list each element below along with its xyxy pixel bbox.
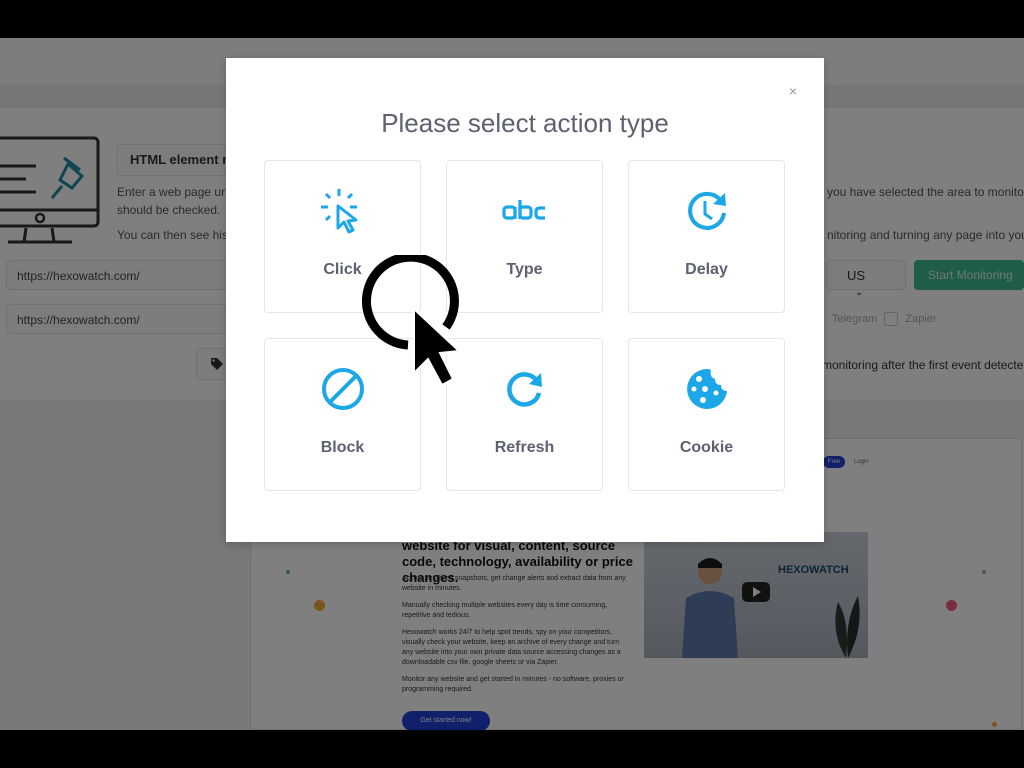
- action-label: Delay: [685, 261, 728, 278]
- action-card-type[interactable]: Type: [446, 160, 603, 313]
- action-label: Type: [506, 261, 543, 278]
- action-type-modal: × Please select action type Click Type D…: [226, 58, 824, 542]
- action-card-cookie[interactable]: Cookie: [628, 338, 785, 491]
- abc-text-icon: [501, 200, 545, 220]
- cookie-icon: [686, 369, 727, 409]
- action-card-block[interactable]: Block: [264, 338, 421, 491]
- close-icon[interactable]: ×: [786, 84, 800, 98]
- action-label: Refresh: [494, 439, 555, 456]
- action-label: Click: [323, 261, 362, 278]
- block-icon: [321, 368, 364, 410]
- refresh-icon: [506, 372, 542, 407]
- letterbox-top: [0, 0, 1024, 38]
- action-label: Block: [320, 439, 365, 456]
- letterbox-bottom: [0, 730, 1024, 768]
- page-background: HTML element m Enter a web page url a yo…: [0, 38, 1024, 730]
- clock-refresh-icon: [687, 191, 726, 230]
- modal-title: Please select action type: [381, 108, 669, 138]
- click-cursor-icon: [320, 189, 357, 234]
- action-card-click[interactable]: Click: [264, 160, 421, 313]
- action-card-refresh[interactable]: Refresh: [446, 338, 603, 491]
- action-label: Cookie: [679, 439, 734, 456]
- action-card-delay[interactable]: Delay: [628, 160, 785, 313]
